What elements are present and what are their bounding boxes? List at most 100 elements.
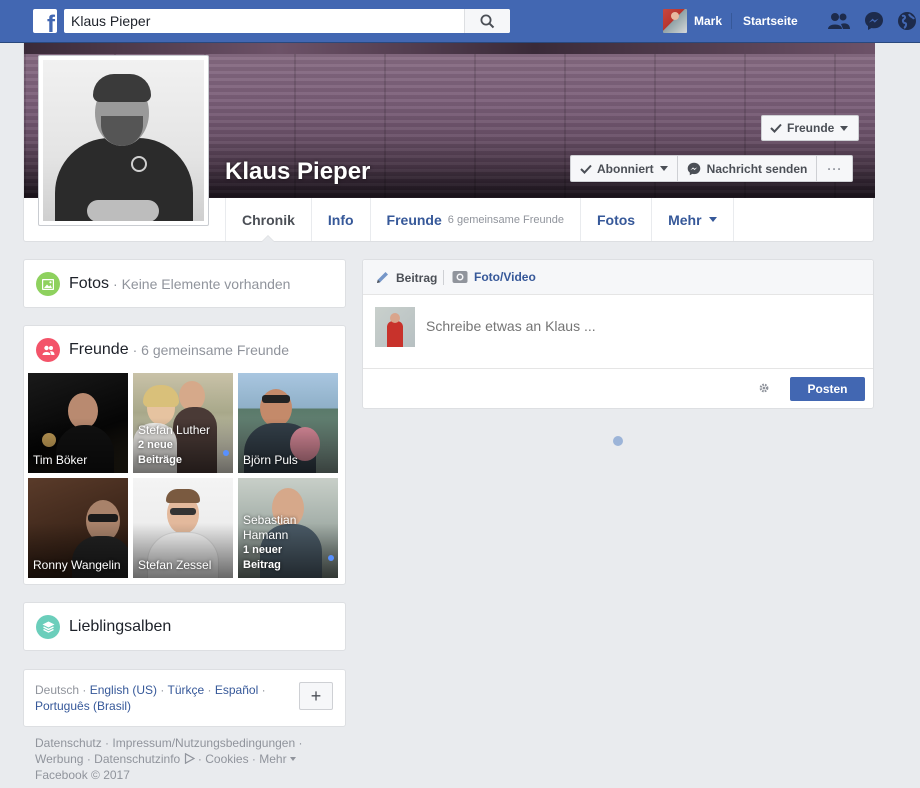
friend-tile[interactable]: Stefan Zessel <box>133 478 233 578</box>
friend-photo-hair <box>143 385 179 407</box>
layers-icon <box>36 615 60 639</box>
camera-icon <box>452 271 468 283</box>
friend-tile[interactable]: Sebastian Hamann 1 neuer Beitrag <box>238 478 338 578</box>
friend-name: Sebastian Hamann 1 neuer Beitrag <box>243 513 334 573</box>
friends-card-subtitle: · 6 gemeinsame Freunde <box>132 342 290 358</box>
subscribed-button[interactable]: Abonniert <box>570 155 678 182</box>
friends-grid: Tim Böker Stefan Luther 2 neue Beiträge B… <box>28 373 340 578</box>
profile-picture[interactable] <box>38 55 209 226</box>
checkmark-icon <box>580 164 592 174</box>
tab-label: Mehr <box>668 211 702 228</box>
top-bar: f Mark Startseite <box>0 0 920 43</box>
language-link[interactable]: Türkçe <box>168 683 205 697</box>
profile-header: Klaus Pieper Freunde Abonniert Nachricht… <box>23 43 875 242</box>
composer-tab-photo[interactable]: Foto/Video <box>452 270 536 284</box>
facebook-logo[interactable]: f <box>33 9 57 33</box>
chevron-down-icon <box>840 125 849 131</box>
nav-profile-link[interactable]: Mark <box>663 9 722 33</box>
new-post-dot <box>223 450 229 456</box>
gear-icon[interactable] <box>758 382 770 394</box>
photos-card-subtitle: · Keine Elemente vorhanden <box>113 276 291 292</box>
search-box <box>64 9 510 33</box>
cover-top-strip <box>24 43 875 54</box>
friend-tile[interactable]: Ronny Wangelin <box>28 478 128 578</box>
plus-icon: + <box>310 685 322 706</box>
footer-link[interactable]: Cookies <box>205 752 248 766</box>
footer-link[interactable]: Mehr <box>259 752 286 766</box>
footer-link[interactable]: Werbung <box>35 752 83 766</box>
tab-info[interactable]: Info <box>312 198 371 241</box>
photos-card: Fotos · Keine Elemente vorhanden <box>23 259 346 308</box>
composer-tab-post[interactable]: Beitrag <box>375 270 437 285</box>
favorite-albums-card: Lieblingsalben <box>23 602 346 651</box>
subscribed-button-label: Abonniert <box>597 161 654 176</box>
tab-more[interactable]: Mehr <box>652 198 734 241</box>
friend-requests-icon[interactable] <box>827 11 851 31</box>
footer-link[interactable]: Datenschutzinfo <box>94 752 180 766</box>
post-button[interactable]: Posten <box>790 377 865 401</box>
language-list: Deutsch · English (US) · Türkçe · Españo… <box>35 683 266 713</box>
post-button-label: Posten <box>807 382 848 396</box>
friend-name: Tim Böker <box>33 453 88 467</box>
notifications-globe-icon[interactable] <box>897 11 917 31</box>
profile-picture-hands <box>87 200 159 221</box>
post-composer: Beitrag Foto/Video Posten <box>362 259 874 409</box>
messenger-icon[interactable] <box>864 11 884 31</box>
post-text-input[interactable] <box>426 318 826 334</box>
albums-card-header[interactable]: Lieblingsalben <box>36 615 171 639</box>
photos-card-header[interactable]: Fotos · Keine Elemente vorhanden <box>36 272 290 296</box>
tab-label: Info <box>327 211 354 228</box>
friend-tile[interactable]: Björn Puls <box>238 373 338 473</box>
friends-card-title: Freunde <box>69 341 129 358</box>
language-link[interactable]: English (US) <box>90 683 157 697</box>
friend-name: Stefan Zessel <box>138 558 212 572</box>
profile-picture-logo <box>131 156 147 172</box>
tab-timeline[interactable]: Chronik <box>225 198 312 242</box>
nav-divider <box>731 13 732 29</box>
footer-link[interactable]: Datenschutz <box>35 736 102 750</box>
profile-name[interactable]: Klaus Pieper <box>225 158 370 186</box>
friends-card: Freunde · 6 gemeinsame Freunde Tim Böker… <box>23 325 346 585</box>
composer-tab-divider <box>443 270 444 285</box>
tab-label: Fotos <box>596 211 636 228</box>
friend-photo-glasses <box>88 514 118 522</box>
tab-label: Freunde <box>386 211 442 228</box>
add-language-button[interactable]: + <box>299 682 333 710</box>
avatar <box>663 9 687 33</box>
chevron-down-icon <box>659 166 668 171</box>
friend-tile[interactable]: Stefan Luther 2 neue Beiträge <box>133 373 233 473</box>
avatar-body <box>387 321 403 347</box>
send-message-button[interactable]: Nachricht senden <box>677 155 818 182</box>
search-input[interactable] <box>64 9 464 33</box>
friend-note: 1 neuer Beitrag <box>243 543 334 573</box>
avatar-head <box>390 313 400 323</box>
adchoices-icon[interactable] <box>184 752 195 765</box>
friends-button-label: Freunde <box>787 121 835 135</box>
nav-home-link[interactable]: Startseite <box>743 14 798 28</box>
language-link[interactable]: Español <box>215 683 258 697</box>
send-message-label: Nachricht senden <box>706 161 808 176</box>
search-button[interactable] <box>464 9 510 33</box>
checkmark-icon <box>770 123 782 133</box>
friend-photo-glasses <box>262 395 290 403</box>
more-options-button[interactable]: ··· <box>817 155 854 182</box>
photos-card-title: Fotos <box>69 275 110 292</box>
composer-footer: Posten <box>363 368 873 408</box>
photos-icon <box>36 272 60 296</box>
language-link[interactable]: Português (Brasil) <box>35 699 131 713</box>
albums-card-title: Lieblingsalben <box>69 618 172 635</box>
tab-photos[interactable]: Fotos <box>581 198 653 241</box>
composer-tab-post-label: Beitrag <box>396 270 438 285</box>
chevron-down-icon <box>708 217 717 222</box>
friend-tile[interactable]: Tim Böker <box>28 373 128 473</box>
profile-tabs: Chronik Info Freunde 6 gemeinsame Freund… <box>225 198 734 242</box>
chevron-down-icon <box>289 757 296 761</box>
languages-card: Deutsch · English (US) · Türkçe · Españo… <box>23 669 346 727</box>
friends-status-button[interactable]: Freunde <box>761 115 859 141</box>
footer-link[interactable]: Impressum/Nutzungsbedingungen <box>112 736 295 750</box>
friend-name: Stefan Luther 2 neue Beiträge <box>138 423 229 468</box>
tab-friends[interactable]: Freunde 6 gemeinsame Freunde <box>371 198 581 241</box>
friends-card-header[interactable]: Freunde · 6 gemeinsame Freunde <box>36 338 289 362</box>
active-tab-indicator <box>261 235 276 242</box>
friends-icon <box>36 338 60 362</box>
